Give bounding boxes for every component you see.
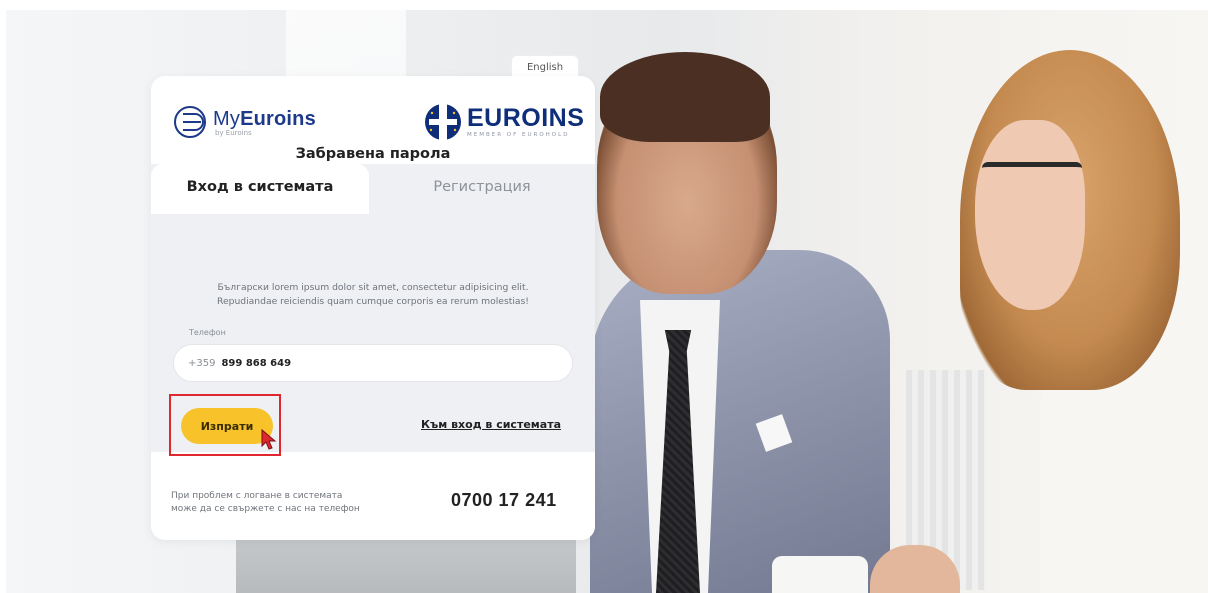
euroins-icon [425,104,461,140]
help-line-1: При проблем с логване в системата [171,491,343,501]
description-line-2: Repudiandae reiciendis quam cumque corpo… [217,295,529,307]
mouse-cursor-icon [261,428,277,450]
phone-value: 899 868 649 [221,357,292,369]
euroins-tagline: MEMBER OF EUROHOLD [467,132,570,138]
back-to-login-link[interactable]: Към вход в системата [421,418,561,431]
login-card: MyEuroins by Euroins EUROINS MEMBER OF E… [151,76,595,540]
coffee-cup [772,556,868,593]
hotline-number[interactable]: 0700 17 241 [451,490,557,511]
myeuroins-icon [174,106,206,138]
tab-register[interactable]: Регистрация [369,164,595,210]
phone-label: Телефон [189,328,226,337]
description-line-1: Български lorem ipsum dolor sit amet, co… [217,282,529,293]
form-description: Български lorem ipsum dolor sit amet, co… [181,281,565,308]
woman-face [975,120,1085,310]
form-title: Забравена парола [295,146,451,162]
phone-input[interactable]: +359 899 868 649 [173,344,573,382]
euroins-wordmark: EUROINS [467,104,585,132]
glasses [982,162,1082,201]
phone-prefix: +359 [188,357,216,369]
myeuroins-wordmark: MyEuroins [213,107,316,130]
euroins-logo: EUROINS MEMBER OF EUROHOLD [423,102,584,142]
tab-login[interactable]: Вход в системата [151,164,369,214]
man-hair [600,52,770,142]
tab-login-label: Вход в системата [186,179,334,195]
help-line-2: може да се свържете с нас на телефон [171,504,360,514]
help-text: При проблем с логване в системата може д… [171,490,391,516]
man-suit [590,250,890,593]
myeuroins-logo: MyEuroins by Euroins [173,100,316,144]
